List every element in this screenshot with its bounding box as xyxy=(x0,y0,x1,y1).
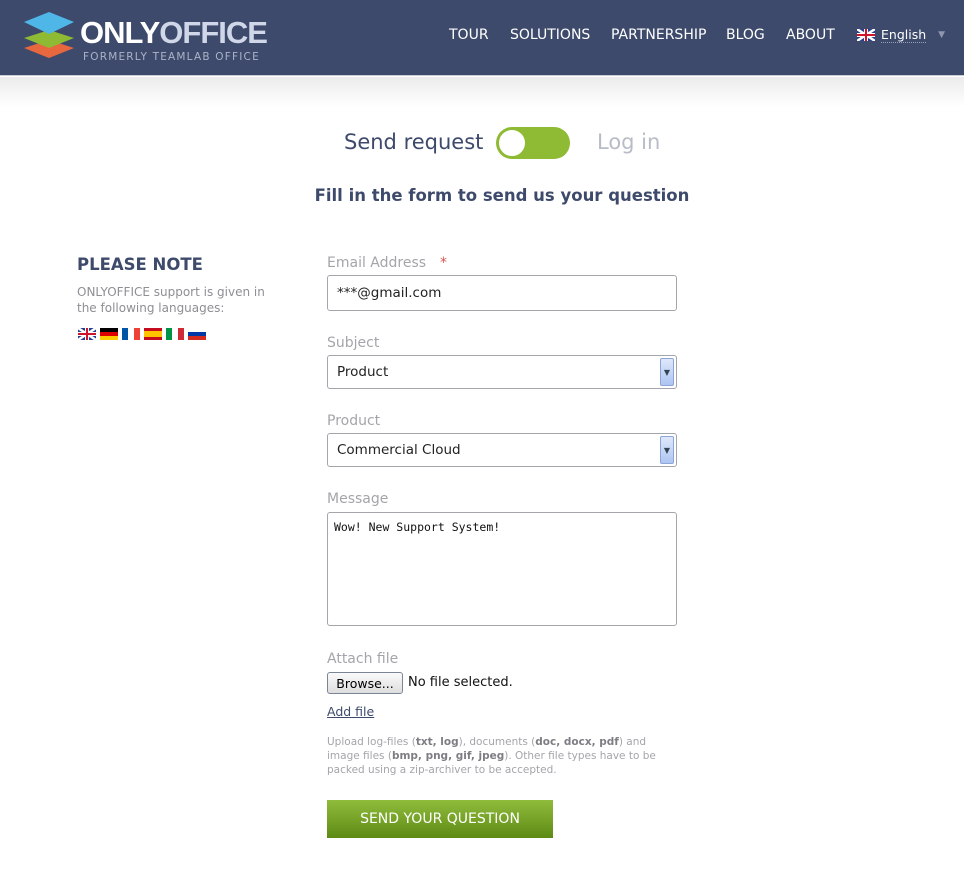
form-subtitle: Fill in the form to send us your questio… xyxy=(314,186,690,205)
italian-flag-icon xyxy=(166,328,184,340)
spanish-flag-icon xyxy=(144,328,162,340)
message-textarea[interactable]: Wow! New Support System! xyxy=(327,512,677,626)
mode-toggle-switch[interactable] xyxy=(496,127,570,159)
site-header: ONLYOFFICE FORMERLY TEAMLAB OFFICE TOUR … xyxy=(0,0,964,76)
language-selector[interactable]: English ▼ xyxy=(857,27,945,43)
note-text: ONLYOFFICE support is given in the follo… xyxy=(77,285,265,315)
logo-accent: OFFICE xyxy=(159,15,268,50)
send-question-button[interactable]: SEND YOUR QUESTION xyxy=(327,800,553,838)
attach-file-label: Attach file xyxy=(327,651,399,667)
chevron-down-icon[interactable]: ▼ xyxy=(660,358,674,386)
nav-solutions[interactable]: SOLUTIONS xyxy=(510,27,590,43)
nav-tour[interactable]: TOUR xyxy=(449,27,489,43)
logo-text[interactable]: ONLYOFFICE xyxy=(80,15,268,51)
subject-label: Subject xyxy=(327,335,380,351)
logo-main: ONLY xyxy=(80,15,160,50)
nav-blog[interactable]: BLOG xyxy=(726,27,765,43)
product-select[interactable]: Commercial Cloud ▼ xyxy=(327,433,677,467)
upload-hint: Upload log-files (txt, log), documents (… xyxy=(327,736,656,776)
german-flag-icon xyxy=(100,328,118,340)
subject-select[interactable]: Product ▼ xyxy=(327,355,677,389)
log-in-label[interactable]: Log in xyxy=(597,130,660,154)
logo-subtitle: FORMERLY TEAMLAB OFFICE xyxy=(83,51,260,63)
russian-flag-icon xyxy=(188,328,206,340)
browse-button[interactable]: Browse... xyxy=(327,672,403,694)
product-label: Product xyxy=(327,413,381,429)
nav-about[interactable]: ABOUT xyxy=(786,27,835,43)
english-flag-icon xyxy=(78,328,96,340)
file-status: No file selected. xyxy=(408,675,513,690)
message-label: Message xyxy=(327,491,389,507)
language-flags xyxy=(78,328,206,340)
add-file-link[interactable]: Add file xyxy=(327,704,374,719)
product-value: Commercial Cloud xyxy=(337,442,461,458)
chevron-down-icon[interactable]: ▼ xyxy=(660,436,674,464)
email-field[interactable]: ***@gmail.com xyxy=(327,275,677,311)
header-shadow xyxy=(0,77,964,107)
email-label: Email Address * xyxy=(327,255,448,271)
chevron-down-icon: ▼ xyxy=(938,30,946,40)
language-label: English xyxy=(881,27,927,43)
toggle-knob xyxy=(497,128,527,158)
onlyoffice-logo-icon[interactable] xyxy=(24,12,74,58)
french-flag-icon xyxy=(122,328,140,340)
required-mark: * xyxy=(440,255,448,271)
nav-partnership[interactable]: PARTNERSHIP xyxy=(611,27,706,43)
uk-flag-icon xyxy=(857,29,875,41)
subject-value: Product xyxy=(337,364,389,380)
send-request-label[interactable]: Send request xyxy=(344,130,483,154)
note-title: PLEASE NOTE xyxy=(77,255,203,274)
